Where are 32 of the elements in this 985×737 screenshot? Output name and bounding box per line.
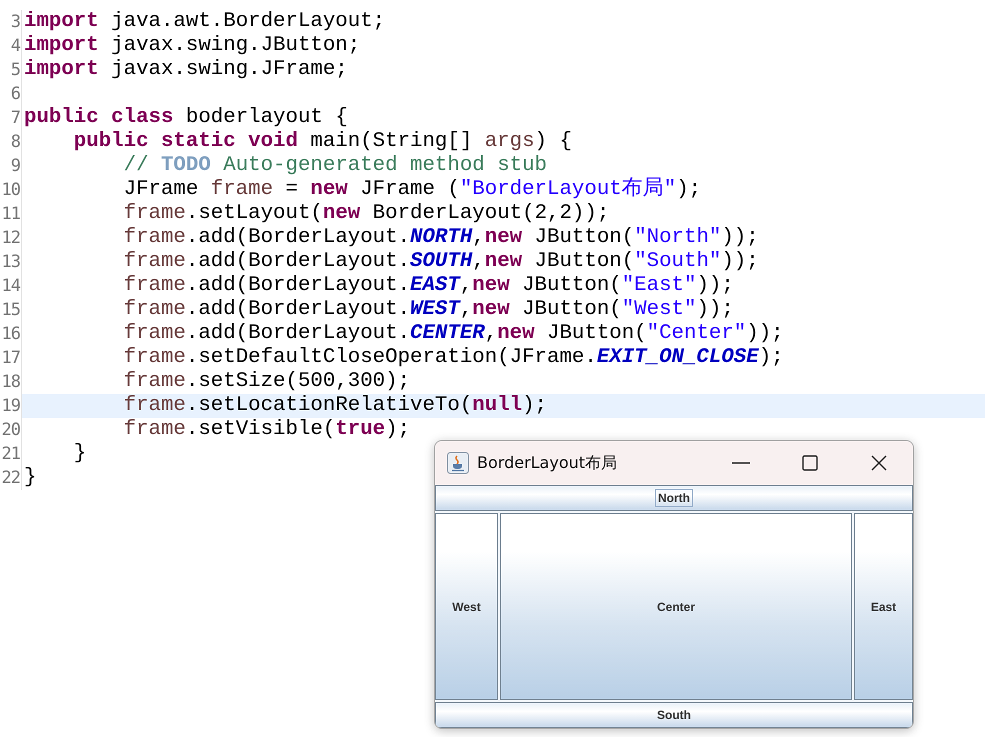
- code-line: JFrame frame = new JFrame ("BorderLayout布局");: [122, 178, 702, 202]
- code-line: frame.add(BorderLayout.SOUTH,new JButton("South"));: [122, 250, 759, 274]
- line-number: 21: [0, 442, 22, 466]
- code-line: // TODO Auto-generated method stub: [122, 154, 548, 178]
- swing-button[interactable]: North: [435, 485, 913, 511]
- code-line: import javax.swing.JFrame;: [23, 58, 348, 82]
- code-line: frame.setVisible(true);: [122, 418, 410, 442]
- swing-button[interactable]: West: [435, 513, 498, 700]
- code-line: import java.awt.BorderLayout;: [23, 10, 386, 34]
- code-line: frame.add(BorderLayout.CENTER,new JButton("Center"));: [122, 322, 784, 346]
- code-line: public static void main(String[] args) {: [72, 130, 572, 154]
- code-line: import javax.swing.JButton;: [23, 34, 360, 58]
- line-number: 20: [0, 418, 22, 442]
- swing-button[interactable]: Center: [500, 513, 852, 700]
- code-line: }: [72, 442, 86, 466]
- coffee-cup-icon: [447, 452, 469, 474]
- code-line: frame.add(BorderLayout.NORTH,new JButton("North"));: [122, 226, 759, 250]
- code-line: frame.setDefaultCloseOperation(JFrame.EXIT_ON_CLOSE);: [122, 346, 784, 370]
- code-line: frame.add(BorderLayout.WEST,new JButton("West"));: [122, 298, 734, 322]
- close-icon[interactable]: [869, 453, 889, 473]
- code-line: frame.add(BorderLayout.EAST,new JButton("East"));: [122, 274, 734, 298]
- maximize-icon[interactable]: [800, 453, 820, 473]
- swing-button[interactable]: South: [435, 702, 913, 728]
- code-line: public class boderlayout {: [23, 106, 348, 130]
- code-line: frame.setSize(500,300);: [122, 370, 410, 394]
- swing-button[interactable]: East: [854, 513, 913, 700]
- line-number: 19: [0, 394, 22, 418]
- line-number: 22: [0, 466, 22, 490]
- window-title: BorderLayout布局: [477, 452, 618, 474]
- code-line: frame.setLayout(new BorderLayout(2,2));: [122, 202, 610, 226]
- code-line: frame.setLocationRelativeTo(null);: [122, 394, 548, 418]
- code-line: }: [23, 466, 36, 490]
